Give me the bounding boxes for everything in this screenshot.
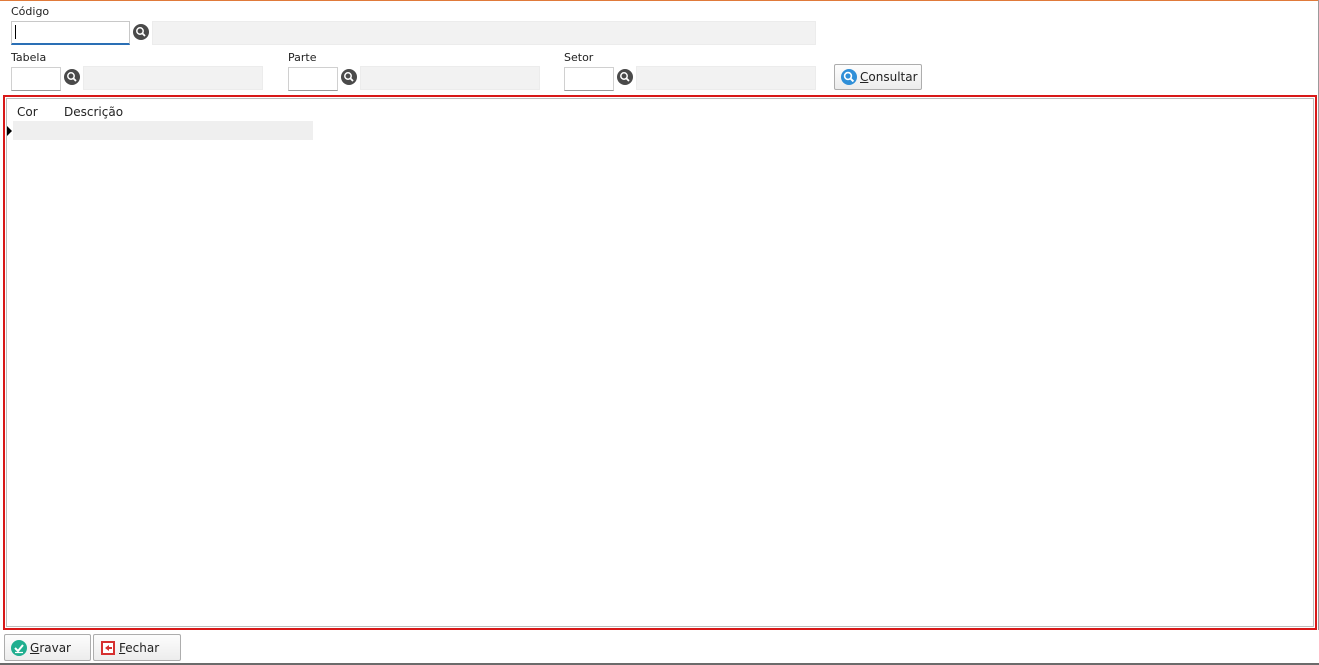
setor-description-field bbox=[636, 66, 816, 90]
column-header-cor[interactable]: Cor bbox=[17, 105, 38, 119]
codigo-label: Código bbox=[11, 5, 50, 18]
text-caret bbox=[15, 25, 16, 39]
table-row[interactable] bbox=[13, 121, 313, 140]
parte-description-field bbox=[360, 66, 540, 90]
colors-grid[interactable]: Cor Descrição bbox=[3, 95, 1317, 630]
setor-label: Setor bbox=[564, 51, 594, 64]
tabela-label: Tabela bbox=[11, 51, 47, 64]
tabela-description-field bbox=[83, 66, 263, 90]
check-icon bbox=[11, 639, 27, 656]
search-icon bbox=[841, 69, 857, 85]
consultar-button[interactable]: Consultar bbox=[834, 64, 922, 90]
consultar-label: Consultar bbox=[860, 70, 918, 84]
window-top-border bbox=[0, 0, 1319, 1]
parte-input[interactable] bbox=[288, 67, 338, 91]
codigo-description-field bbox=[152, 21, 816, 45]
tabela-search-icon[interactable] bbox=[64, 69, 80, 85]
codigo-input[interactable] bbox=[11, 21, 130, 45]
gravar-button[interactable]: Gravar bbox=[4, 634, 91, 661]
setor-input[interactable] bbox=[564, 67, 614, 91]
exit-icon bbox=[101, 640, 115, 655]
gravar-label: Gravar bbox=[30, 640, 71, 655]
parte-label: Parte bbox=[288, 51, 317, 64]
tabela-input[interactable] bbox=[11, 67, 61, 91]
setor-search-icon[interactable] bbox=[617, 69, 633, 85]
column-header-descricao[interactable]: Descrição bbox=[64, 105, 123, 119]
parte-search-icon[interactable] bbox=[341, 69, 357, 85]
codigo-search-icon[interactable] bbox=[133, 24, 149, 40]
current-row-indicator-icon bbox=[7, 126, 12, 136]
fechar-button[interactable]: Fechar bbox=[93, 634, 181, 661]
grid-body: Cor Descrição bbox=[6, 98, 1314, 627]
fechar-label: Fechar bbox=[119, 640, 160, 655]
